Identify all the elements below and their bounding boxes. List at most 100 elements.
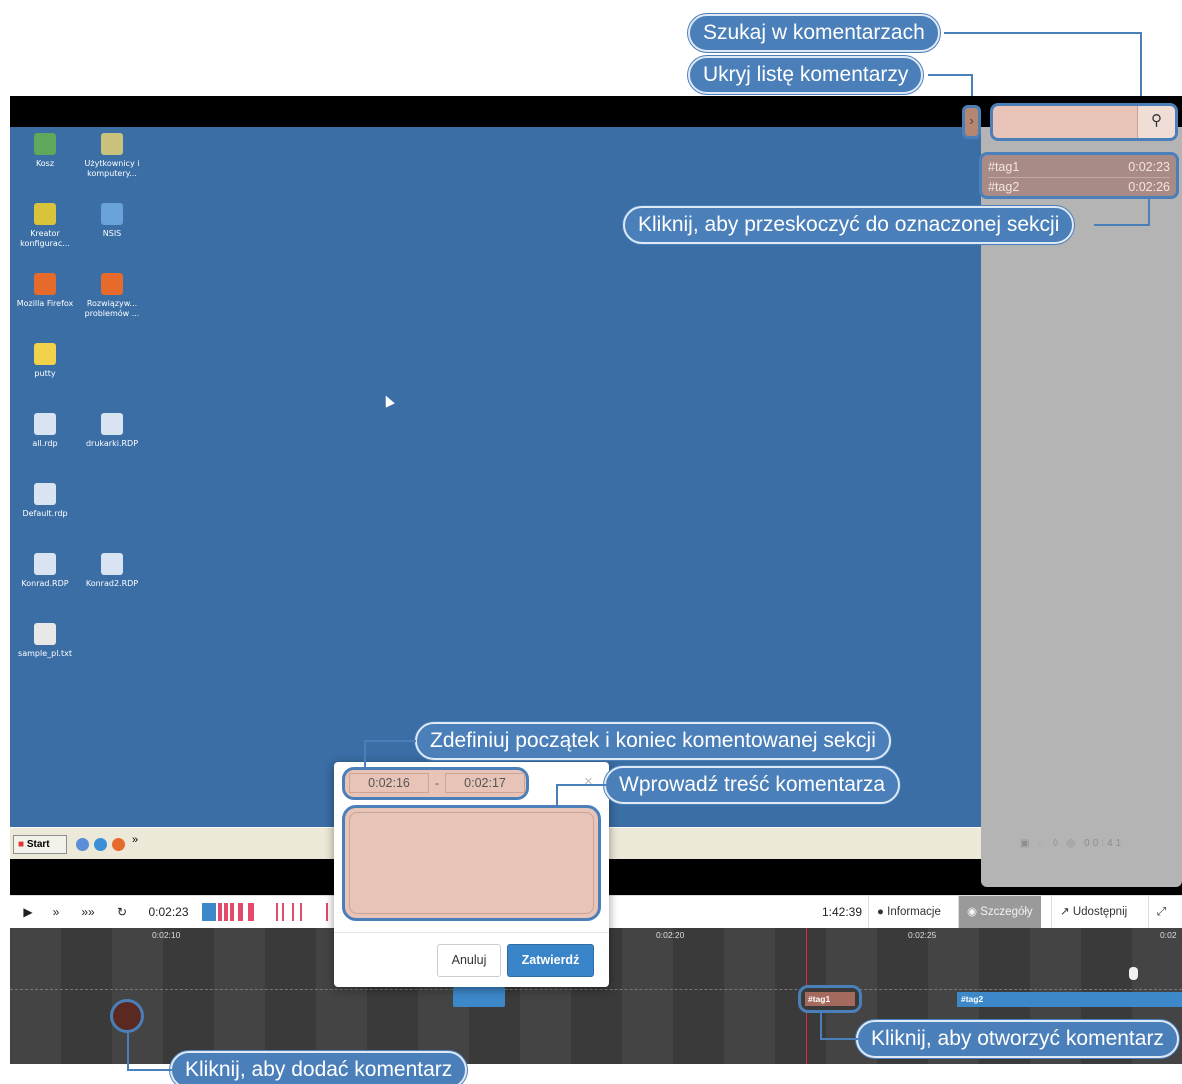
desktop-icon[interactable]: putty [10, 343, 80, 379]
desktop-icon-label: Konrad2.RDP [85, 579, 139, 588]
hide-comment-list-button[interactable]: › [962, 105, 981, 139]
activity-segment [248, 903, 254, 921]
activity-segment [202, 903, 216, 921]
callout-hide-comment-list: Ukryj listę komentarzy [688, 56, 924, 94]
connector-line [820, 1012, 822, 1040]
desktop-icon[interactable]: Konrad.RDP [10, 553, 80, 589]
desktop-icon[interactable]: Rozwiązyw... problemów ... [77, 273, 147, 319]
desktop-icon[interactable]: all.rdp [10, 413, 80, 449]
tag-name: #tag1 [988, 160, 1020, 174]
connector-line [556, 784, 558, 806]
wizard-icon [34, 203, 56, 225]
connector-line [364, 740, 366, 770]
comment-textarea[interactable] [349, 812, 594, 914]
overflow-chevron-icon[interactable]: » [132, 834, 138, 846]
timeline-column [214, 928, 265, 1064]
start-time-input[interactable]: 0:02:16 [349, 773, 429, 793]
fullscreen-button[interactable]: ⤢ [1148, 896, 1174, 929]
ie-quicklaunch-icon[interactable] [94, 838, 107, 851]
connector-line [1140, 32, 1142, 104]
rdp-icon [34, 413, 56, 435]
total-time: 1:42:39 [821, 905, 863, 919]
desktop-icon[interactable]: NSIS [77, 203, 147, 239]
tab-share[interactable]: ↗ Udostępnij [1051, 896, 1135, 929]
desktop-icon-label: Użytkownicy i komputery... [84, 159, 140, 178]
play-button[interactable]: ▶ [18, 896, 38, 929]
comment-marker-tag1[interactable]: #tag1 [798, 985, 862, 1013]
desktop-icon[interactable]: Mozilla Firefox [10, 273, 80, 309]
fast-forward-button[interactable]: »» [76, 896, 100, 929]
comment-search: ⚲ [990, 103, 1178, 141]
new-comment-marker[interactable] [453, 987, 505, 1007]
callout-enter-comment: Wprowadź treść komentarza [604, 766, 901, 804]
desktop-icon[interactable]: Default.rdp [10, 483, 80, 519]
desktop-icon[interactable]: Kreator konfigurac... [10, 203, 80, 249]
step-forward-button[interactable]: » [48, 896, 64, 929]
timeline-column [622, 928, 673, 1064]
tab-details[interactable]: ◉ Szczegóły [958, 896, 1041, 929]
firefox-quicklaunch-icon[interactable] [112, 838, 125, 851]
comment-textarea-wrap [342, 805, 601, 921]
tag-list-item[interactable]: #tag1 0:02:23 [988, 158, 1170, 178]
connector-line [944, 32, 1141, 34]
annotated-screenshot: Szukaj w komentarzach Ukryj listę koment… [0, 0, 1182, 1084]
connector-line [1094, 224, 1150, 226]
eye-icon: ◉ [967, 906, 978, 918]
desktop-icon[interactable]: Użytkownicy i komputery... [77, 133, 147, 179]
folder-icon [34, 343, 56, 365]
rdp-icon [101, 553, 123, 575]
tray-clock: 00:41 [1084, 838, 1125, 849]
tab-label: Udostępnij [1072, 906, 1128, 918]
comment-range: 0:02:16 - 0:02:17 [342, 767, 529, 800]
start-label: Start [26, 839, 50, 850]
comment-marker-label: #tag1 [805, 992, 855, 1006]
tab-label: Informacje [887, 906, 941, 918]
chevron-right-icon: › [969, 113, 974, 128]
nsis-icon [101, 203, 123, 225]
timeline-column [10, 928, 61, 1064]
desktop-icon-label: drukarki.RDP [85, 439, 139, 448]
callout-jump-to-section: Kliknij, aby przeskoczyć do oznaczonej s… [623, 206, 1075, 244]
desktop-icon-label: Rozwiązyw... problemów ... [84, 299, 140, 318]
activity-segment [218, 903, 222, 921]
desktop-icon[interactable]: Konrad2.RDP [77, 553, 147, 589]
range-separator: - [435, 776, 439, 790]
callout-define-range: Zdefiniuj początek i koniec komentowanej… [415, 722, 891, 760]
desktop-quicklaunch-icon[interactable] [76, 838, 89, 851]
timeline-baseline [10, 989, 1182, 990]
mouse-cursor-icon [381, 393, 395, 408]
desktop-icon[interactable]: sample_pl.txt [10, 623, 80, 659]
start-button[interactable]: ■ Start [13, 835, 67, 854]
desktop-icon-label: Kreator konfigurac... [20, 229, 70, 248]
recycle-bin-icon [34, 133, 56, 155]
close-icon[interactable]: × [584, 773, 593, 790]
add-comment-button[interactable] [110, 999, 144, 1033]
activity-segment [292, 903, 294, 921]
users-computers-icon [101, 133, 123, 155]
desktop-icon-label: Kosz [35, 159, 55, 168]
search-button[interactable]: ⚲ [1137, 106, 1175, 138]
text-file-icon [34, 623, 56, 645]
comment-marker-tag2[interactable]: #tag2 [957, 992, 1182, 1007]
tag-time: 0:02:23 [1128, 160, 1170, 174]
activity-strip[interactable] [202, 903, 342, 921]
desktop-icon[interactable]: Kosz [10, 133, 80, 169]
end-time-input[interactable]: 0:02:17 [445, 773, 525, 793]
timeline-tick: 0:02:25 [908, 930, 937, 940]
dialog-divider [334, 932, 609, 933]
tag-time: 0:02:26 [1128, 180, 1170, 194]
replay-button[interactable]: ↻ [112, 896, 132, 929]
tag-list-item[interactable]: #tag2 0:02:26 [988, 178, 1170, 197]
timeline-tick: 0:02:20 [656, 930, 685, 940]
cancel-button[interactable]: Anuluj [437, 944, 501, 977]
tab-label: Szczegóły [980, 906, 1033, 918]
confirm-button[interactable]: Zatwierdź [507, 944, 594, 977]
desktop-icon[interactable]: drukarki.RDP [77, 413, 147, 449]
share-icon: ↗ [1060, 906, 1070, 918]
mouse-event-icon [1129, 967, 1138, 980]
add-comment-dialog: 0:02:16 - 0:02:17 × Anuluj Zatwierdź [334, 762, 609, 987]
comment-tag-list: #tag1 0:02:23 #tag2 0:02:26 [979, 152, 1179, 199]
tab-info[interactable]: ● Informacje [868, 896, 949, 929]
timeline-tick: 0:02:10 [152, 930, 181, 940]
comment-search-input[interactable] [993, 106, 1138, 138]
